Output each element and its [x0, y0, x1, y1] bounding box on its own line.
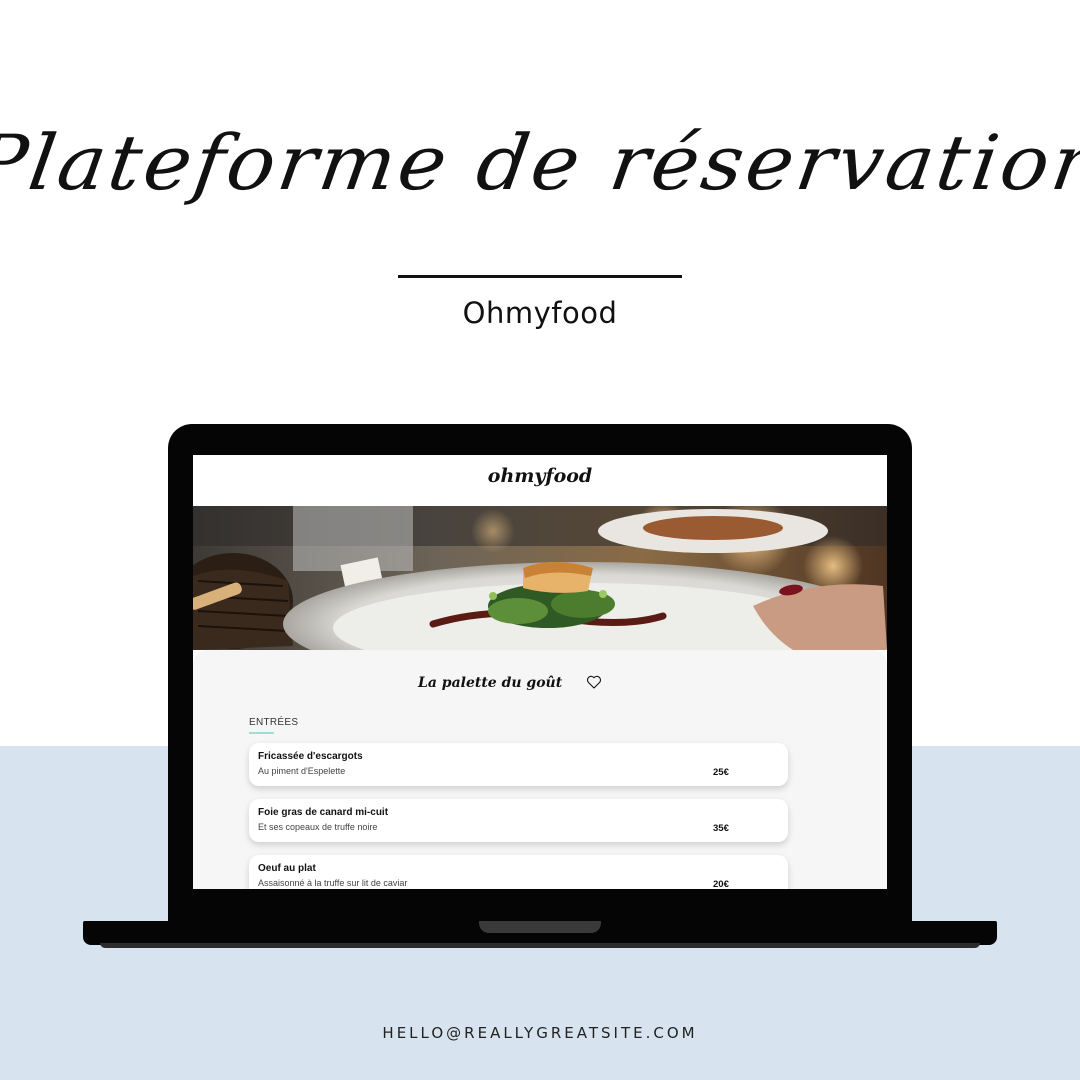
- poster-title: Plateforme de réservation: [0, 118, 1080, 207]
- menu-item[interactable]: Foie gras de canard mi-cuit Et ses copea…: [249, 799, 788, 842]
- site-header: ohmyfood: [193, 455, 887, 506]
- dish-price: 20€: [713, 879, 729, 889]
- laptop-notch: [479, 921, 601, 933]
- dish-price: 35€: [713, 823, 729, 834]
- menu-item[interactable]: Fricassée d'escargots Au piment d'Espele…: [249, 743, 788, 786]
- hero-image: [193, 506, 887, 650]
- dish-description: Au piment d'Espelette: [258, 766, 346, 776]
- dish-name: Fricassée d'escargots: [258, 751, 363, 762]
- menu-item[interactable]: Oeuf au plat Assaisonné à la truffe sur …: [249, 855, 788, 889]
- heart-icon[interactable]: [586, 674, 602, 690]
- laptop-base-shadow: [100, 943, 980, 948]
- dish-name: Oeuf au plat: [258, 863, 316, 874]
- dish-description: Assaisonné à la truffe sur lit de caviar: [258, 878, 408, 888]
- section-label-entrees: ENTRÉES: [249, 717, 299, 728]
- restaurant-name: La palette du goût: [418, 675, 563, 691]
- title-divider: [398, 275, 682, 278]
- section-underline: [249, 732, 274, 734]
- dish-description: Et ses copeaux de truffe noire: [258, 822, 378, 832]
- contact-email[interactable]: HELLO@REALLYGREATSITE.COM: [0, 1024, 1080, 1042]
- dish-name: Foie gras de canard mi-cuit: [258, 807, 389, 818]
- dish-price: 25€: [713, 767, 729, 778]
- site-logo[interactable]: ohmyfood: [193, 465, 887, 487]
- restaurant-content: La palette du goût ENTRÉES Fricassée d'e…: [193, 650, 887, 889]
- poster-subtitle: Ohmyfood: [462, 296, 618, 330]
- laptop-screen: ohmyfood La palette du goût ENTRÉES Fric…: [193, 455, 887, 889]
